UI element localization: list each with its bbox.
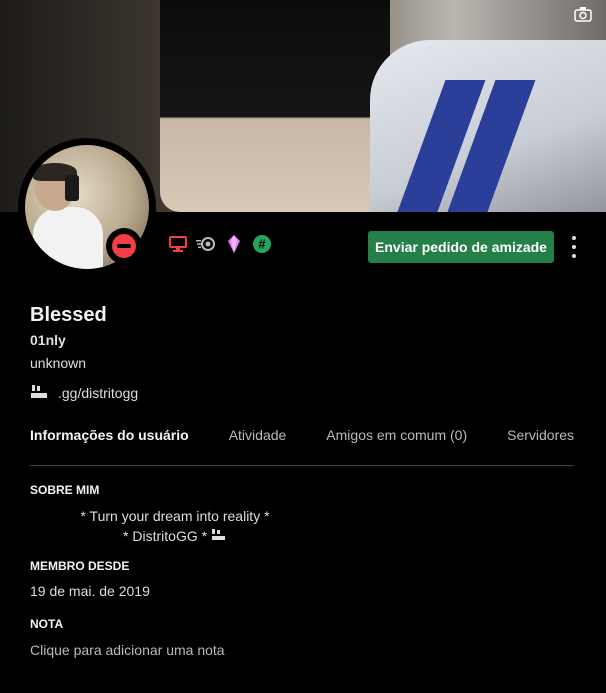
custom-status-emoji-icon (30, 384, 50, 402)
more-options-icon[interactable] (566, 234, 582, 260)
about-me-text: * Turn your dream into reality * * Distr… (30, 506, 320, 547)
svg-text:#: # (258, 237, 266, 252)
banner-photo-legs (160, 0, 390, 212)
custom-status-text[interactable]: .gg/distritogg (58, 385, 138, 401)
status-dnd-icon (106, 228, 142, 264)
note-input[interactable]: Clique para adicionar uma nota (30, 642, 225, 658)
about-me-line: * Turn your dream into reality * (80, 508, 270, 524)
profile-tabs: Informações do usuário Atividade Amigos … (30, 424, 574, 466)
about-me-heading: SOBRE MIM (30, 483, 100, 497)
send-friend-request-button[interactable]: Enviar pedido de amizade (368, 231, 554, 263)
username: 01nly (30, 332, 66, 348)
pronouns: unknown (30, 355, 87, 371)
display-name: Blessed (30, 304, 107, 326)
gem-icon[interactable] (224, 234, 244, 254)
tab-user-info[interactable]: Informações do usuário (30, 424, 189, 465)
custom-status: .gg/distritogg (30, 384, 138, 402)
nitro-icon[interactable] (196, 234, 216, 254)
avatar-shirt (33, 207, 103, 269)
distrito-emoji-icon (211, 527, 227, 547)
badge-list: # (168, 234, 272, 254)
avatar-phone (65, 175, 79, 201)
tab-mutual-servers[interactable]: Servidores em co (507, 424, 574, 465)
tab-mutual-friends[interactable]: Amigos em comum (0) (326, 424, 467, 465)
about-me-line: * DistritoGG * (30, 526, 320, 547)
tab-activity[interactable]: Atividade (229, 424, 287, 465)
note-heading: NOTA (30, 617, 64, 631)
camera-icon (574, 6, 592, 27)
monitor-icon[interactable] (168, 234, 188, 254)
member-since-heading: MEMBRO DESDE (30, 559, 130, 573)
member-since-date: 19 de mai. de 2019 (30, 583, 150, 599)
hashtag-icon[interactable]: # (252, 234, 272, 254)
